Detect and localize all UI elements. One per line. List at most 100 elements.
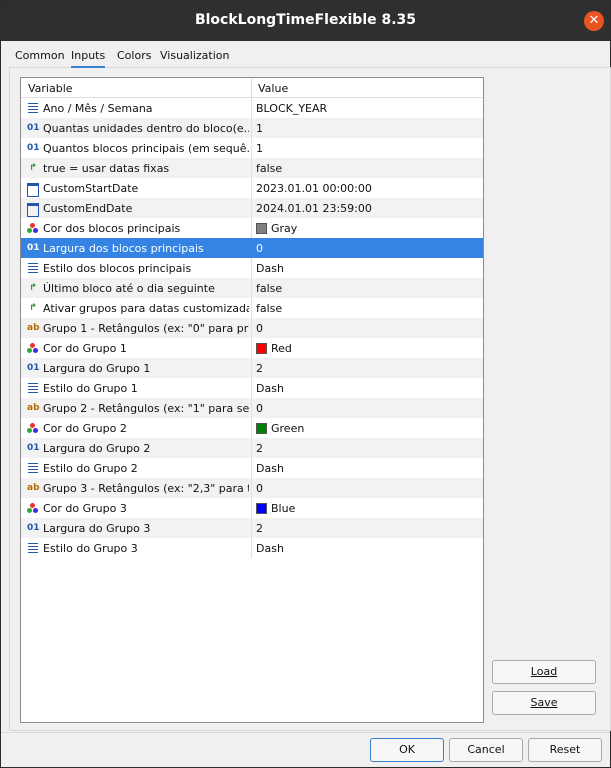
variable-value[interactable]: Blue — [256, 502, 295, 515]
integer-icon: 01 — [27, 443, 40, 453]
integer-icon: 01 — [27, 143, 40, 153]
variable-value[interactable]: 0 — [256, 322, 263, 335]
variable-name: CustomEndDate — [43, 202, 133, 215]
color-icon — [27, 501, 39, 515]
enum-icon — [27, 541, 39, 555]
tab-common[interactable]: Common — [15, 49, 65, 62]
date-icon — [27, 203, 39, 217]
variable-value[interactable]: false — [256, 302, 282, 315]
variable-value[interactable]: Dash — [256, 462, 284, 475]
table-row[interactable]: 01 Largura do Grupo 1 2 — [21, 358, 483, 378]
variable-value-text: Dash — [256, 382, 284, 395]
variable-value-text: 2 — [256, 522, 263, 535]
table-row[interactable]: Estilo do Grupo 2 Dash — [21, 458, 483, 478]
reset-button[interactable]: Reset — [528, 738, 602, 762]
enum-icon — [27, 101, 39, 115]
table-row[interactable]: Cor do Grupo 3 Blue — [21, 498, 483, 518]
title-bar[interactable]: BlockLongTimeFlexible 8.35 ✕ — [1, 1, 610, 41]
variable-value-text: false — [256, 302, 283, 315]
variable-value[interactable]: 2 — [256, 442, 263, 455]
variable-name: Estilo do Grupo 3 — [43, 542, 138, 555]
date-icon — [27, 183, 39, 197]
table-row[interactable]: ab Grupo 3 - Retângulos (ex: "2,3" para t… — [21, 478, 483, 498]
variable-value[interactable]: Red — [256, 342, 292, 355]
table-row[interactable]: Cor dos blocos principais Gray — [21, 218, 483, 238]
table-row[interactable]: Ano / Mês / Semana BLOCK_YEAR — [21, 98, 483, 118]
variable-value-text: false — [256, 162, 283, 175]
load-button[interactable]: Load — [492, 660, 596, 684]
string-icon: ab — [27, 323, 40, 333]
variable-value[interactable]: BLOCK_YEAR — [256, 102, 327, 115]
table-row[interactable]: ab Grupo 1 - Retângulos (ex: "0" para pri… — [21, 318, 483, 338]
color-swatch — [256, 223, 267, 234]
table-row[interactable]: ↱ Ativar grupos para datas customizadas fa… — [21, 298, 483, 318]
variable-value[interactable]: 2 — [256, 362, 263, 375]
table-row[interactable]: ↱ true = usar datas fixas false — [21, 158, 483, 178]
variable-name: CustomStartDate — [43, 182, 139, 195]
variable-value-text: false — [256, 282, 283, 295]
column-header-variable[interactable]: Variable — [28, 82, 73, 95]
color-icon — [27, 221, 39, 235]
variable-name: Quantas unidades dentro do bloco(e... — [43, 122, 249, 135]
variable-name: Quantos blocos principais (em sequê... — [43, 142, 249, 155]
variable-value[interactable]: 0 — [256, 482, 263, 495]
variable-value[interactable]: 0 — [256, 402, 263, 415]
variable-value[interactable]: Green — [256, 422, 304, 435]
table-row[interactable]: ↱ Último bloco até o dia seguinte false — [21, 278, 483, 298]
tab-visualization[interactable]: Visualization — [160, 49, 229, 62]
variable-value-text: 1 — [256, 142, 263, 155]
table-row[interactable]: CustomEndDate 2024.01.01 23:59:00 — [21, 198, 483, 218]
table-row[interactable]: CustomStartDate 2023.01.01 00:00:00 — [21, 178, 483, 198]
table-row[interactable]: Estilo do Grupo 1 Dash — [21, 378, 483, 398]
cancel-button[interactable]: Cancel — [449, 738, 523, 762]
save-button-label: Save — [530, 696, 558, 709]
enum-icon — [27, 461, 39, 475]
bool-icon: ↱ — [29, 303, 37, 313]
variable-value-text: 2 — [256, 362, 263, 375]
variable-value[interactable]: 0 — [256, 242, 263, 255]
table-row[interactable]: 01 Quantos blocos principais (em sequê...… — [21, 138, 483, 158]
save-button[interactable]: Save — [492, 691, 596, 715]
table-row[interactable]: Cor do Grupo 1 Red — [21, 338, 483, 358]
variable-name: Estilo do Grupo 1 — [43, 382, 138, 395]
variable-name: Cor dos blocos principais — [43, 222, 181, 235]
table-row[interactable]: 01 Largura do Grupo 2 2 — [21, 438, 483, 458]
variable-value[interactable]: 1 — [256, 122, 263, 135]
table-row[interactable]: ab Grupo 2 - Retângulos (ex: "1" para se.… — [21, 398, 483, 418]
variable-value-text: Dash — [256, 462, 284, 475]
tab-colors[interactable]: Colors — [117, 49, 151, 62]
tab-inputs[interactable]: Inputs — [71, 49, 106, 68]
variable-value[interactable]: 2024.01.01 23:59:00 — [256, 202, 372, 215]
variable-value-text: 2023.01.01 00:00:00 — [256, 182, 372, 195]
variable-name: Cor do Grupo 2 — [43, 422, 127, 435]
variable-value[interactable]: 2023.01.01 00:00:00 — [256, 182, 372, 195]
table-row[interactable]: Cor do Grupo 2 Green — [21, 418, 483, 438]
variable-value[interactable]: false — [256, 282, 282, 295]
variable-name: Ano / Mês / Semana — [43, 102, 153, 115]
variable-value[interactable]: Dash — [256, 542, 284, 555]
variable-value-text: 1 — [256, 122, 263, 135]
variable-name: Grupo 3 - Retângulos (ex: "2,3" para t..… — [43, 482, 249, 495]
variable-value-text: Dash — [256, 542, 284, 555]
variable-value[interactable]: Gray — [256, 222, 297, 235]
variable-value[interactable]: false — [256, 162, 282, 175]
close-button[interactable]: ✕ — [584, 11, 604, 31]
variable-value[interactable]: 2 — [256, 522, 263, 535]
enum-icon — [27, 261, 39, 275]
column-header-value[interactable]: Value — [258, 82, 288, 95]
table-row[interactable]: 01 Quantas unidades dentro do bloco(e... 1 — [21, 118, 483, 138]
variable-value[interactable]: Dash — [256, 262, 284, 275]
variable-value[interactable]: 1 — [256, 142, 263, 155]
string-icon: ab — [27, 403, 40, 413]
variable-value-text: 0 — [256, 242, 263, 255]
variable-value-text: 0 — [256, 322, 263, 335]
table-row[interactable]: 01 Largura dos blocos principais 0 — [21, 238, 483, 258]
table-row[interactable]: Estilo do Grupo 3 Dash — [21, 538, 483, 558]
table-row[interactable]: Estilo dos blocos principais Dash — [21, 258, 483, 278]
table-row[interactable]: 01 Largura do Grupo 3 2 — [21, 518, 483, 538]
variable-value-text: 2024.01.01 23:59:00 — [256, 202, 372, 215]
variable-name: Estilo do Grupo 2 — [43, 462, 138, 475]
ok-button[interactable]: OK — [370, 738, 444, 762]
color-icon — [27, 341, 39, 355]
variable-value[interactable]: Dash — [256, 382, 284, 395]
